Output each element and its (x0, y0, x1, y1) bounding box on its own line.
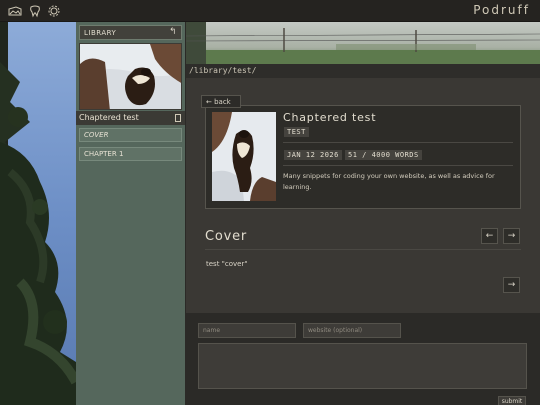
book-description: Many snippets for coding your own websit… (283, 172, 495, 191)
brand-logo[interactable]: Podruff (473, 3, 530, 17)
book-icon[interactable] (175, 114, 181, 122)
sidebar-item-chapter-1[interactable]: CHAPTER 1 (79, 147, 182, 161)
website-input[interactable]: website (optional) (303, 323, 401, 338)
arrow-right-icon: → (507, 280, 516, 290)
book-tag[interactable]: TEST (284, 127, 309, 137)
library-header[interactable]: LIBRARY ↰ (79, 25, 182, 40)
section-title: Cover (205, 229, 248, 244)
name-input[interactable]: name (198, 323, 296, 338)
sidebar-book-title[interactable]: Chaptered test (76, 111, 185, 125)
sidebar: LIBRARY ↰ Chaptered test COVER CHAPTER 1 (76, 22, 185, 405)
next-page-button[interactable]: → (503, 277, 520, 293)
breadcrumb-path: /library/test/ (186, 64, 540, 78)
library-label: LIBRARY (84, 29, 117, 37)
book-date-badge: JAN 12 2026 (284, 150, 342, 160)
section-text: test "cover" (206, 260, 248, 268)
book-cover-image (212, 112, 276, 201)
arrow-left-icon: ← (485, 231, 494, 241)
prev-section-button[interactable]: ← (481, 228, 498, 244)
book-title: Chaptered test (283, 111, 377, 124)
divider (283, 142, 513, 143)
word-count-badge: 51 / 4000 WORDS (345, 150, 422, 160)
comment-textarea[interactable] (198, 343, 527, 389)
chapter-label: CHAPTER 1 (84, 150, 124, 158)
sidebar-book-title-label: Chaptered test (79, 113, 139, 122)
next-section-button[interactable]: → (503, 228, 520, 244)
image-stack-icon[interactable] (8, 4, 22, 18)
divider (283, 165, 513, 166)
submit-button[interactable]: submit (498, 396, 526, 405)
chapter-label: COVER (84, 131, 109, 139)
banner-image (186, 22, 540, 64)
library-book-cover[interactable] (79, 43, 182, 110)
background-photo (0, 22, 76, 405)
return-arrow-icon[interactable]: ↰ (169, 27, 177, 37)
top-bar: Podruff (0, 0, 540, 22)
settings-icon[interactable] (47, 4, 61, 18)
back-button[interactable]: ← back (201, 95, 241, 108)
section-divider (205, 249, 521, 250)
arrow-right-icon: → (507, 231, 516, 241)
sidebar-item-cover[interactable]: COVER (79, 128, 182, 142)
tooth-icon[interactable] (28, 4, 42, 18)
